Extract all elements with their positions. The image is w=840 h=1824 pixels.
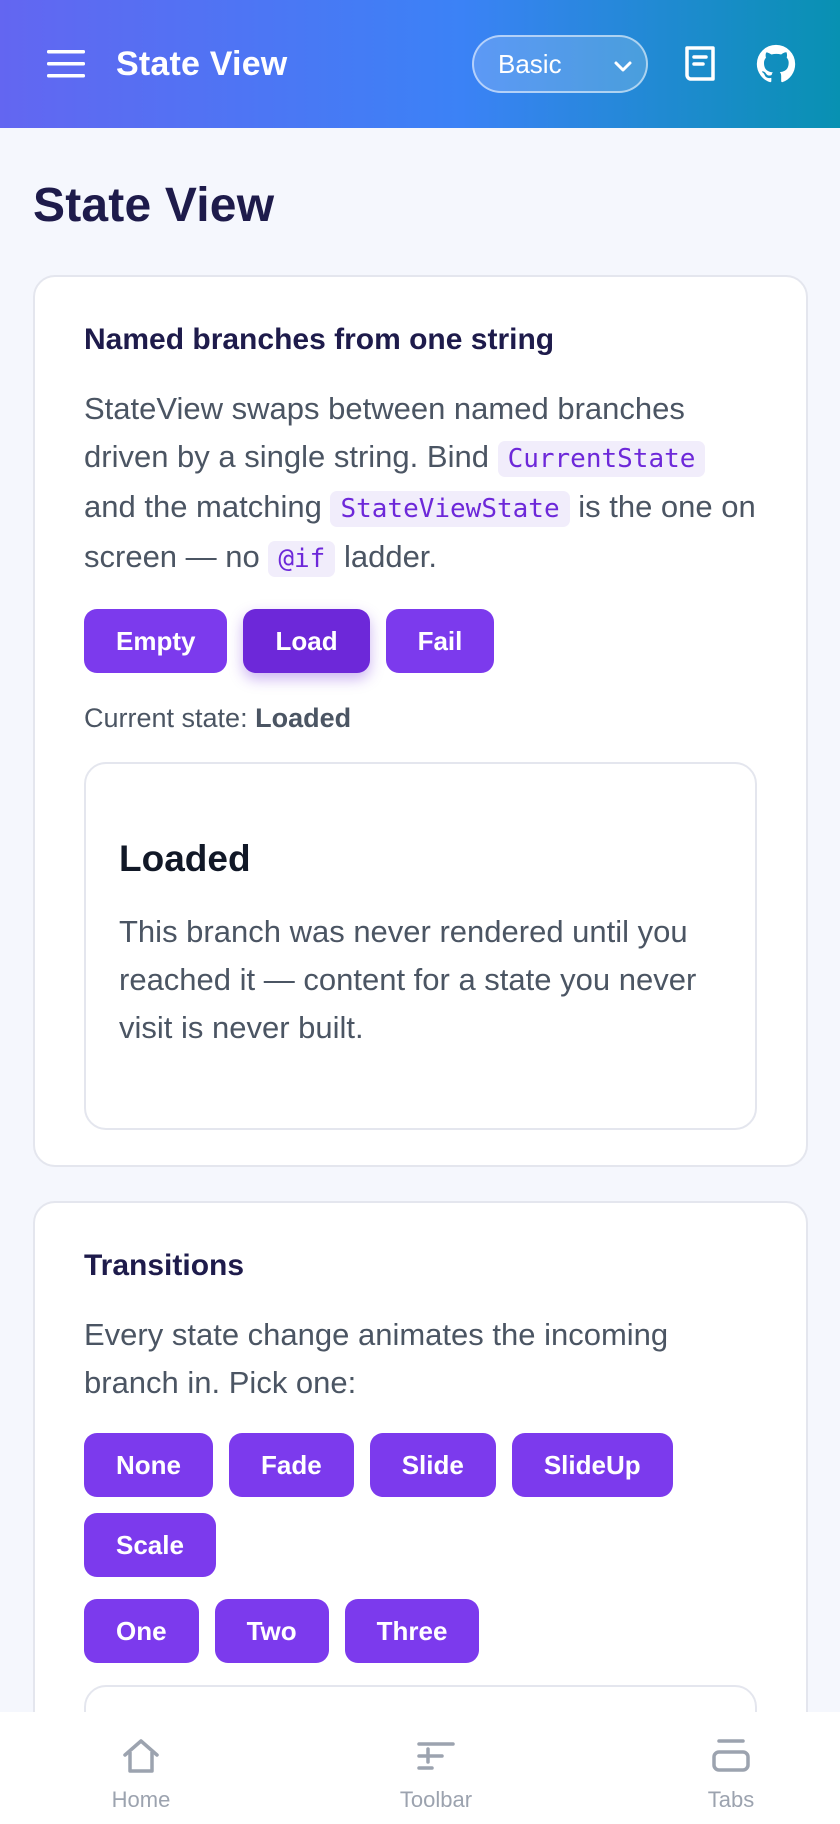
fail-button[interactable]: Fail (385, 609, 495, 673)
current-state-value: Loaded (255, 703, 352, 733)
tab-label: Tabs (707, 1787, 755, 1812)
tab-tabs[interactable]: Tabs (676, 1712, 786, 1824)
transition-fade-button[interactable]: Fade (229, 1433, 354, 1497)
transition-scale-button[interactable]: Scale (84, 1513, 216, 1577)
page-content: State View Named branches from one strin… (0, 128, 840, 1824)
state-two-button[interactable]: Two (214, 1599, 329, 1663)
tabs-icon (711, 1736, 751, 1781)
tab-label: Home (111, 1787, 171, 1812)
tab-home[interactable]: Home (86, 1712, 196, 1824)
toolbar-icon (416, 1736, 456, 1781)
card-title: Transitions (84, 1249, 245, 1282)
empty-button[interactable]: Empty (84, 609, 228, 673)
code-current-state: CurrentState (497, 441, 706, 477)
transition-slideup-button[interactable]: SlideUp (511, 1433, 673, 1497)
transition-slide-button[interactable]: Slide (369, 1433, 496, 1497)
github-icon[interactable] (752, 40, 800, 88)
variant-select-value: Basic (498, 48, 562, 79)
state-button-row: Empty Load Fail (84, 609, 757, 673)
variant-select[interactable]: Basic (472, 35, 648, 93)
menu-icon[interactable] (46, 44, 86, 84)
transition-button-row: None Fade Slide SlideUp Scale (84, 1433, 757, 1577)
card-description: StateView swaps between named branches d… (84, 385, 757, 583)
state-one-button[interactable]: One (84, 1599, 199, 1663)
app-title: State View (116, 44, 288, 83)
home-icon (121, 1736, 161, 1781)
state-three-button[interactable]: Three (344, 1599, 480, 1663)
state-panel-title: Loaded (119, 838, 251, 879)
page-title: State View (33, 179, 275, 232)
card-title: Named branches from one string (84, 323, 555, 356)
state-panel: Loaded This branch was never rendered un… (84, 762, 757, 1130)
card-description: Every state change animates the incoming… (84, 1317, 669, 1400)
app-header: State View Basic (0, 0, 840, 128)
bottom-tab-bar: Home Toolbar Tabs (0, 1712, 840, 1824)
tab-toolbar[interactable]: Toolbar (381, 1712, 491, 1824)
state-select-row: One Two Three (84, 1599, 757, 1663)
docs-icon[interactable] (676, 40, 724, 88)
chevron-down-icon (612, 53, 634, 84)
code-if: @if (268, 541, 336, 577)
tab-label: Toolbar (399, 1787, 473, 1812)
state-panel-text: This branch was never rendered until you… (119, 914, 697, 1045)
load-button[interactable]: Load (243, 609, 370, 673)
current-state-readout: Current state: Loaded (84, 703, 352, 733)
named-branches-card: Named branches from one string StateView… (33, 275, 808, 1167)
code-stateview-state: StateViewState (330, 491, 570, 527)
transition-none-button[interactable]: None (84, 1433, 213, 1497)
